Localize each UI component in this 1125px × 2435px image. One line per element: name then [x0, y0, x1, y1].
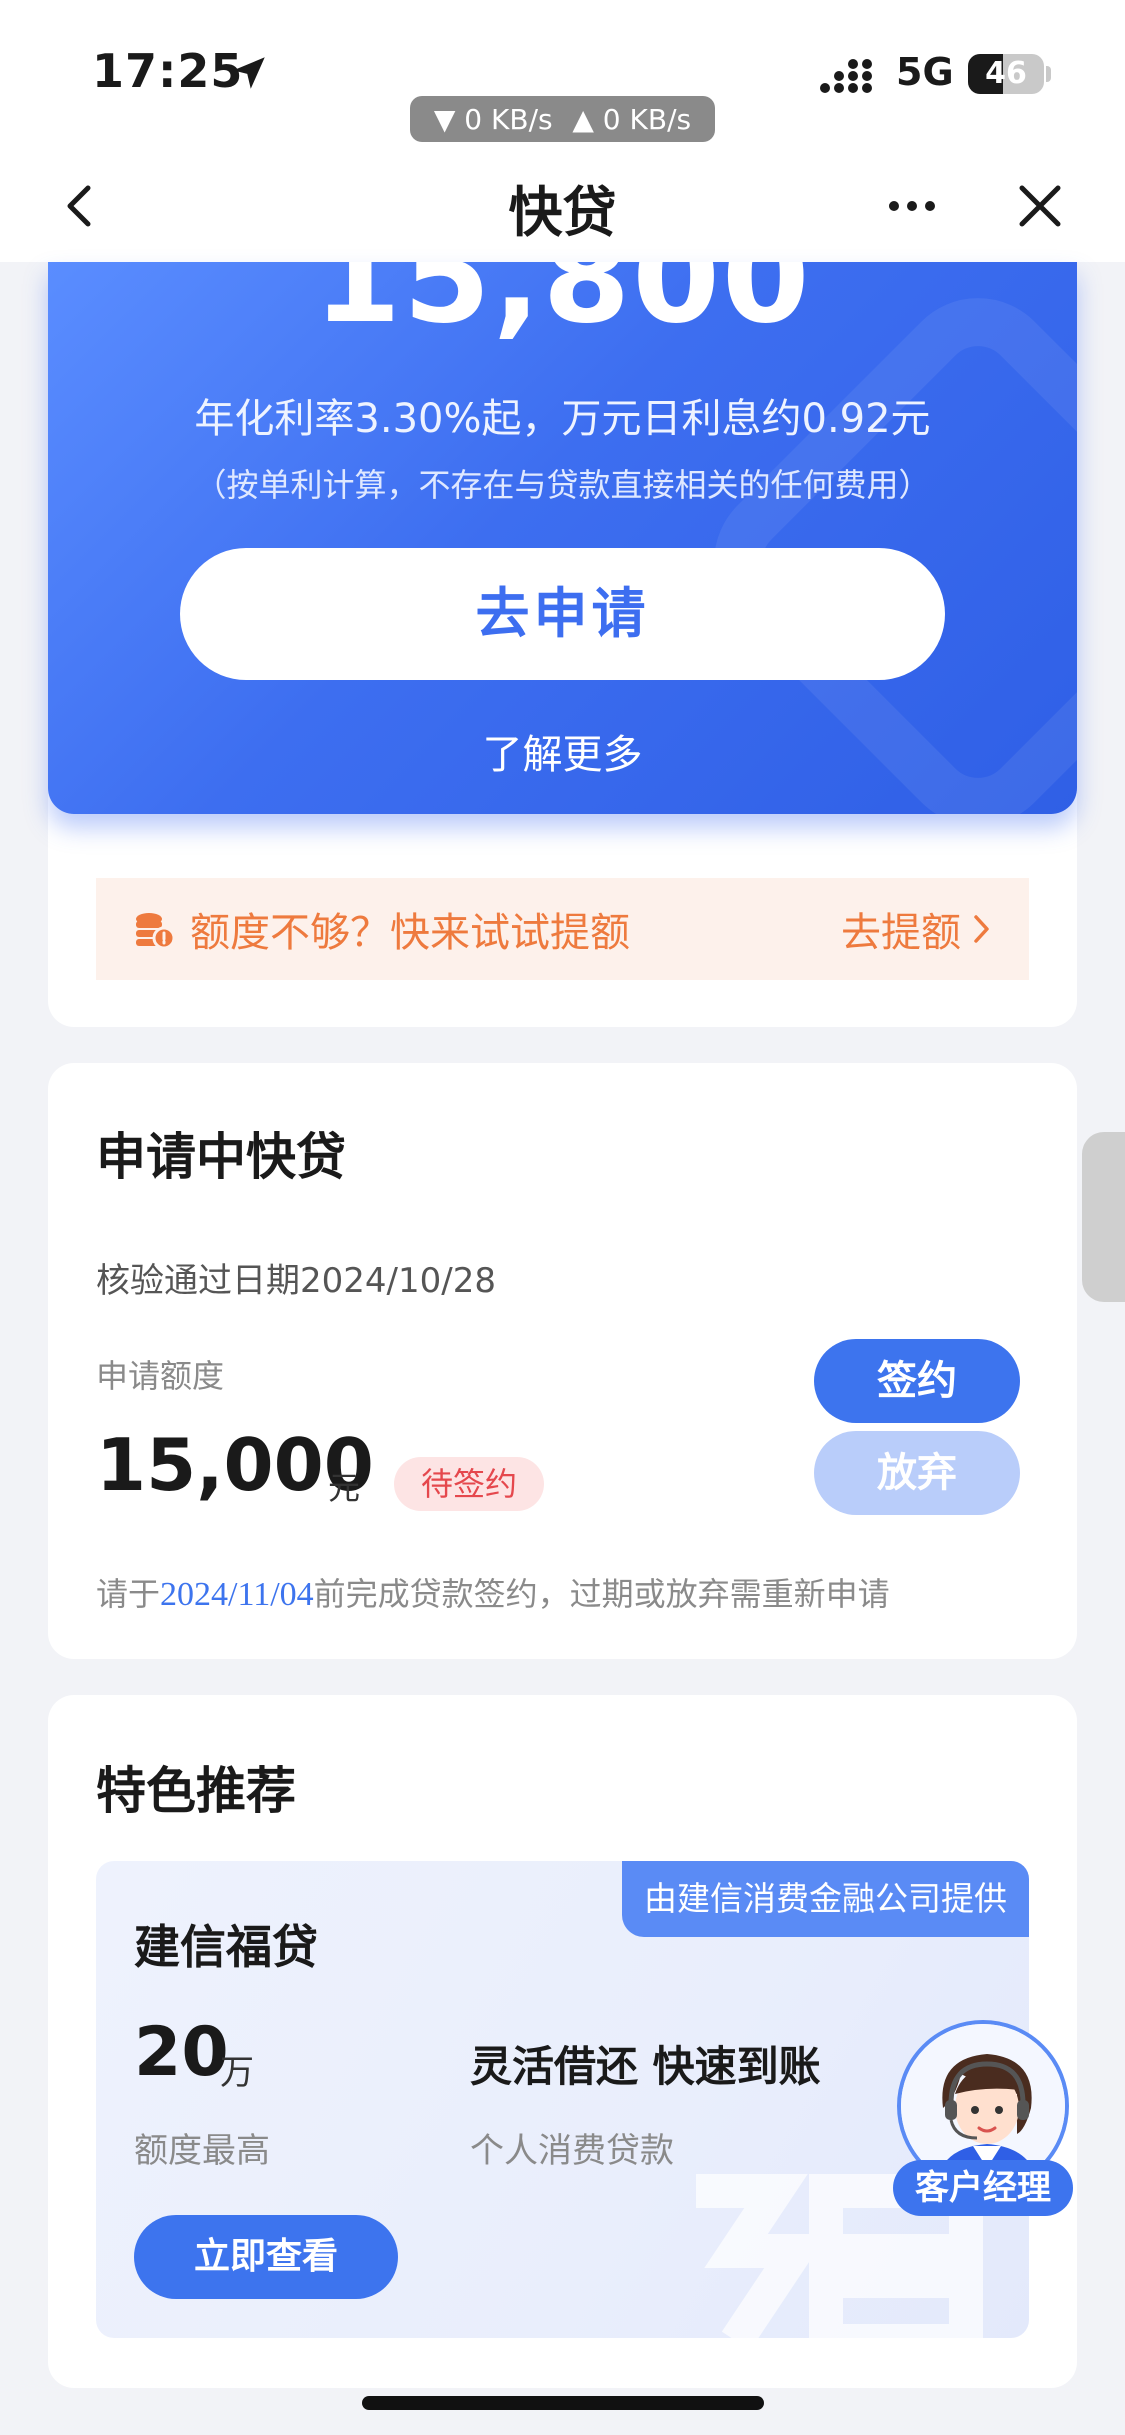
download-speed: ▼ 0 KB/s: [433, 102, 553, 136]
deadline-prefix: 请于: [96, 1575, 161, 1613]
battery-tip: [1046, 66, 1051, 82]
increase-limit-action[interactable]: 去提额: [841, 900, 993, 958]
learn-more-link[interactable]: 了解更多: [48, 722, 1077, 780]
max-amount: 20: [134, 2013, 229, 2092]
status-bar: 17:25 5G 46 ▼ 0 KB/s ▲ 0 KB/s: [0, 0, 1125, 150]
sign-button[interactable]: 签约: [814, 1339, 1020, 1423]
page-title: 快贷: [508, 181, 617, 244]
provider-tag: 由建信消费金融公司提供: [622, 1861, 1029, 1937]
interest-note: （按单利计算，不存在与贷款直接相关的任何费用）: [194, 466, 931, 504]
status-time: 17:25: [92, 44, 244, 98]
status-badge: 待签约: [394, 1457, 544, 1511]
deadline-date: 2024/11/04: [160, 1576, 314, 1613]
increase-limit-banner[interactable]: 额度不够？快来试试提额 去提额: [96, 878, 1029, 980]
loan-offer-banner: 15,800 年化利率3.30%起，万元日利息约0.92元 （按单利计算，不存在…: [48, 262, 1077, 814]
amount-unit: 元: [328, 1469, 361, 1507]
network-speed-pill: ▼ 0 KB/s ▲ 0 KB/s: [410, 96, 715, 142]
upload-speed: ▲ 0 KB/s: [572, 102, 692, 136]
product-name: 建信福贷: [134, 1920, 318, 1974]
more-dots-icon[interactable]: [880, 176, 944, 236]
side-drawer-handle[interactable]: [1082, 1132, 1125, 1302]
apply-button[interactable]: 去申请: [180, 548, 945, 680]
section-heading: 特色推荐: [96, 1762, 296, 1820]
close-icon[interactable]: [1010, 176, 1070, 236]
interest-rate-text: 年化利率3.30%起，万元日利息约0.92元: [194, 396, 931, 442]
customer-manager-float[interactable]: 客户经理: [893, 2020, 1073, 2220]
battery-level: 46: [985, 56, 1027, 91]
customer-manager-label: 客户经理: [893, 2160, 1073, 2216]
product-slogan: 灵活借还 快速到账: [470, 2042, 821, 2091]
max-amount-label: 额度最高: [134, 2131, 270, 2171]
nav-bar: 快贷: [0, 150, 1125, 262]
view-now-button[interactable]: 立即查看: [134, 2215, 398, 2299]
max-amount-unit: 万: [220, 2053, 254, 2093]
section-heading: 申请中快贷: [96, 1128, 346, 1186]
product-card[interactable]: 由建信消费金融公司提供 建信福贷 20 万 额度最高 灵活借还 快速到账 个人消…: [96, 1861, 1029, 2338]
chevron-right-icon: [974, 915, 989, 943]
increase-limit-action-label: 去提额: [841, 910, 961, 956]
amount-label: 申请额度: [96, 1357, 225, 1395]
increase-limit-text: 额度不够？快来试试提额: [190, 910, 630, 956]
network-type: 5G: [896, 50, 954, 94]
signal-icon: [820, 59, 872, 93]
deadline-note: 请于2024/11/04前完成贷款签约，过期或放弃需重新申请: [96, 1569, 890, 1615]
coin-stack-icon: [136, 913, 176, 950]
offer-amount: 15,800: [313, 262, 812, 351]
pending-application-card: 申请中快贷 核验通过日期2024/10/28 申请额度 15,000 元 待签约…: [48, 1063, 1077, 1659]
home-indicator: [362, 2396, 764, 2410]
product-type: 个人消费贷款: [470, 2131, 674, 2171]
verify-date: 核验通过日期2024/10/28: [96, 1261, 496, 1301]
deadline-suffix: 前完成贷款签约，过期或放弃需重新申请: [313, 1575, 890, 1613]
give-up-button[interactable]: 放弃: [814, 1431, 1020, 1515]
battery-icon: 46: [968, 54, 1044, 94]
location-arrow-icon: [233, 57, 265, 89]
